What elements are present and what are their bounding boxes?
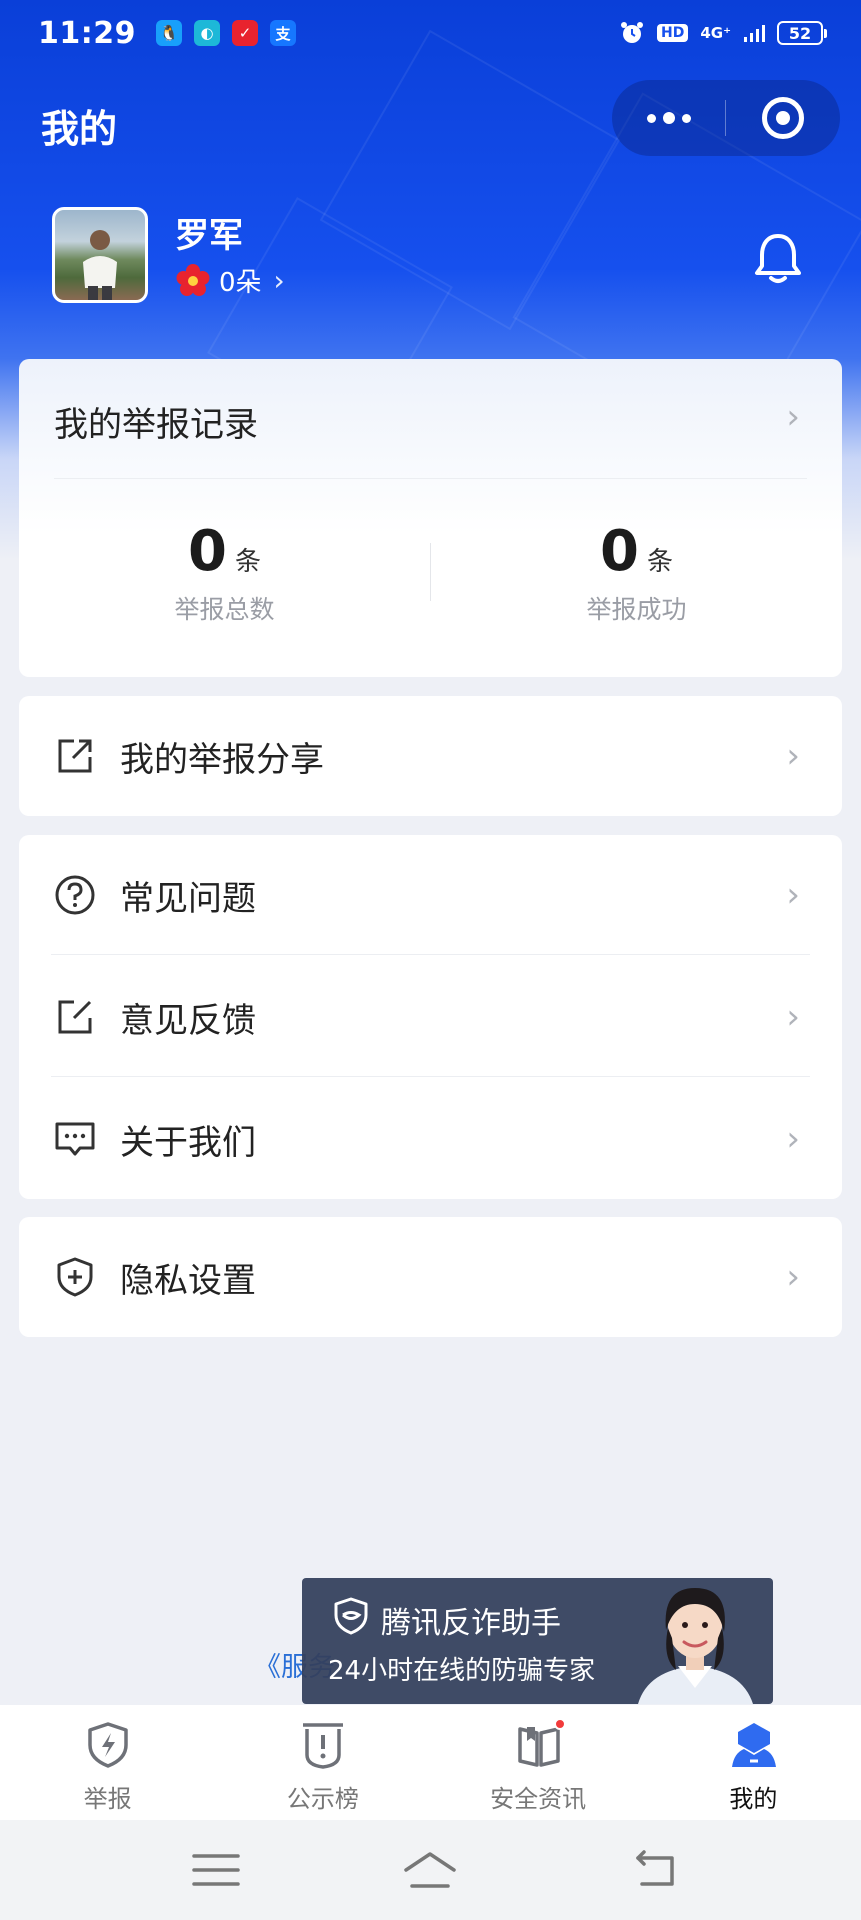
status-bar: 11:29 🐧 ◐ ✓ 支 HD 4G⁺ 52 <box>0 0 861 66</box>
notice-board-icon <box>303 1723 344 1769</box>
stat-value: 0 <box>188 519 227 584</box>
news-icon: ✓ <box>232 20 258 46</box>
close-miniprogram-button[interactable] <box>726 80 840 156</box>
profile-icon <box>731 1723 776 1767</box>
flower-count-link[interactable]: 0朵 › <box>175 262 285 299</box>
menu-item-faq[interactable]: 常见问题 › <box>19 835 842 955</box>
tab-notice-board[interactable]: 公示榜 <box>215 1705 430 1820</box>
stat-label: 举报成功 <box>586 595 687 624</box>
stat-total-reports: 0条 举报总数 <box>19 519 430 626</box>
menu-group-help: 常见问题 › 意见反馈 › 关于我们 › <box>19 835 842 1199</box>
tab-label: 公示榜 <box>286 1785 359 1813</box>
flower-count: 0朵 <box>219 268 262 298</box>
tab-label: 安全资讯 <box>490 1785 587 1813</box>
system-navigation-bar <box>0 1820 861 1920</box>
avatar-person-icon <box>83 230 117 300</box>
battery-indicator: 52 <box>777 21 827 45</box>
stat-successful-reports: 0条 举报成功 <box>431 519 842 626</box>
about-icon <box>55 1122 95 1156</box>
chevron-right-icon: › <box>786 1257 800 1297</box>
stat-value: 0 <box>600 519 639 584</box>
share-icon <box>58 739 92 773</box>
menu-item-label: 常见问题 <box>120 878 256 919</box>
chevron-right-icon: › <box>786 875 800 915</box>
chevron-right-icon: › <box>786 397 800 437</box>
chevron-right-icon: › <box>786 997 800 1037</box>
assistant-subtitle: 24小时在线的防骗专家 <box>328 1656 596 1686</box>
anti-fraud-assistant-popup[interactable]: 腾讯反诈助手 24小时在线的防骗专家 <box>302 1578 773 1704</box>
alarm-icon <box>620 22 643 43</box>
menu-item-label: 关于我们 <box>120 1122 256 1163</box>
tab-label: 我的 <box>729 1785 778 1813</box>
report-icon <box>88 1722 128 1768</box>
report-record-title: 我的举报记录 <box>54 405 258 445</box>
menu-item-about[interactable]: 关于我们 › <box>19 1079 842 1199</box>
chevron-right-icon: › <box>273 264 285 297</box>
report-record-header[interactable]: 我的举报记录 › <box>19 359 842 478</box>
hd-badge: HD <box>656 24 689 42</box>
red-flower-icon <box>176 263 210 296</box>
chevron-right-icon: › <box>786 736 800 776</box>
more-dots-icon <box>646 113 656 123</box>
back-icon[interactable] <box>626 1844 686 1896</box>
signal-icon <box>744 25 765 42</box>
privacy-shield-icon <box>57 1257 93 1297</box>
stat-label: 举报总数 <box>174 595 275 624</box>
browser-icon: ◐ <box>194 20 220 46</box>
news-book-icon <box>517 1727 560 1767</box>
tab-label: 举报 <box>83 1785 132 1813</box>
notification-bell-icon[interactable] <box>752 230 804 286</box>
more-button[interactable] <box>612 80 725 156</box>
tab-report[interactable]: 举报 <box>0 1705 215 1820</box>
miniprogram-capsule <box>612 80 840 156</box>
close-target-icon <box>762 97 804 139</box>
page-title: 我的 <box>41 107 118 151</box>
menu-group-privacy: 隐私设置 › <box>19 1217 842 1337</box>
status-indicators: HD 4G⁺ 52 <box>619 20 827 46</box>
chevron-right-icon: › <box>786 1119 800 1159</box>
menu-icon[interactable] <box>186 1844 246 1896</box>
assistant-shield-icon <box>334 1597 368 1635</box>
menu-item-share[interactable]: 我的举报分享 › <box>19 696 842 816</box>
network-indicator: 4G⁺ <box>700 24 731 42</box>
menu-item-label: 我的举报分享 <box>120 739 324 780</box>
menu-item-privacy[interactable]: 隐私设置 › <box>19 1217 842 1337</box>
assistant-title: 腾讯反诈助手 <box>381 1606 561 1641</box>
tab-mine[interactable]: 我的 <box>646 1705 861 1820</box>
stat-unit: 条 <box>646 547 673 577</box>
menu-item-label: 意见反馈 <box>120 1000 256 1041</box>
report-record-card: 我的举报记录 › 0条 举报总数 0条 举报成功 <box>19 359 842 677</box>
bottom-tab-bar: 举报 公示榜 安全资讯 我的 <box>0 1705 861 1820</box>
stat-unit: 条 <box>234 547 261 577</box>
status-time: 11:29 <box>38 15 136 51</box>
feedback-icon <box>58 1000 92 1034</box>
question-icon <box>55 875 95 915</box>
unread-badge <box>554 1718 566 1730</box>
tab-security-news[interactable]: 安全资讯 <box>431 1705 646 1820</box>
menu-item-feedback[interactable]: 意见反馈 › <box>19 957 842 1077</box>
status-app-icons: 🐧 ◐ ✓ 支 <box>156 20 296 46</box>
avatar[interactable] <box>52 207 148 303</box>
menu-item-label: 隐私设置 <box>120 1260 256 1301</box>
home-icon[interactable] <box>400 1844 460 1896</box>
alipay-icon: 支 <box>270 20 296 46</box>
user-name: 罗军 <box>175 216 243 256</box>
menu-group-share: 我的举报分享 › <box>19 696 842 816</box>
qq-icon: 🐧 <box>156 20 182 46</box>
assistant-avatar-icon <box>638 1588 753 1704</box>
